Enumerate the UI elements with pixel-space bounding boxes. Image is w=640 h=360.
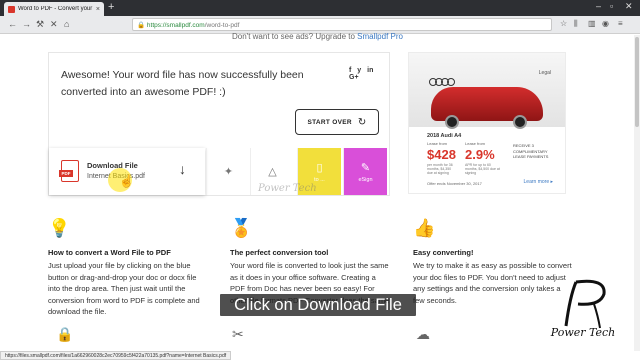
ad-apr-note: APR for up to 60 months, $4,500 due at s…: [465, 163, 500, 175]
google-plus-icon[interactable]: G+: [349, 74, 359, 81]
award-icon: 🏅: [230, 218, 253, 238]
feature-title: The perfect conversion tool: [230, 248, 329, 257]
car-wheel-icon: [445, 115, 459, 129]
thumbs-up-icon: 👍: [413, 218, 436, 238]
ad-lease-label: Lease from: [427, 141, 448, 146]
lightbulb-icon: 💡: [48, 218, 71, 238]
ad-price: $428: [427, 147, 456, 162]
forward-icon[interactable]: →: [22, 19, 31, 29]
audi-logo-icon: [429, 73, 461, 86]
dropbox-button[interactable]: ✦: [206, 148, 250, 195]
smallpdf-favicon-icon: [8, 5, 15, 13]
tools-icon[interactable]: ⚒: [36, 19, 44, 30]
lock-icon: 🔒: [137, 22, 146, 29]
start-over-label: START OVER: [307, 118, 352, 126]
feature-how-to: 💡 How to convert a Word File to PDF Just…: [48, 218, 208, 318]
address-bar[interactable]: 🔒 https://smallpdf.com/word-to-pdf: [132, 18, 552, 31]
start-over-button[interactable]: START OVER ↻: [295, 109, 379, 135]
pdf-tag: PDF: [59, 170, 73, 177]
scrollbar[interactable]: [634, 35, 640, 351]
success-message: Awesome! Your word file has now successf…: [61, 69, 304, 98]
convert-to-word-label: to ...: [314, 176, 325, 183]
extension-icon[interactable]: ◉: [602, 19, 609, 28]
hand-cursor-icon: ☝: [119, 174, 134, 188]
browser-tab-bar: Word to PDF - Convert your Do × + – ▫ ✕: [0, 0, 640, 16]
word-icon: ▯: [316, 161, 323, 174]
bookmark-icon[interactable]: ☆: [560, 19, 567, 28]
new-tab-button[interactable]: +: [108, 1, 114, 13]
feature-title: Easy converting!: [413, 248, 474, 257]
ad-offer-end: Offer ends November 30, 2017: [427, 181, 482, 186]
home-icon[interactable]: ⌂: [64, 19, 69, 29]
refresh-icon: ↻: [357, 116, 367, 128]
facebook-icon[interactable]: f: [349, 67, 351, 74]
maximize-icon[interactable]: ▫: [610, 1, 613, 11]
pdf-file-icon: PDF: [59, 160, 79, 182]
car-wheel-icon: [513, 115, 527, 129]
ad-legal-link[interactable]: Legal: [539, 70, 551, 76]
tools-feature-icon: ✂: [232, 326, 244, 342]
feature-title: How to convert a Word File to PDF: [48, 248, 171, 257]
menu-icon[interactable]: ≡: [618, 19, 623, 28]
conversion-result-card: Awesome! Your word file has now successf…: [48, 52, 390, 196]
ad-learn-more[interactable]: Learn more ▸: [524, 179, 553, 185]
download-title: Download File: [87, 161, 138, 170]
power-tech-logo-icon: [564, 279, 606, 329]
lock-feature-icon: 🔒: [56, 326, 74, 342]
tab-close-icon[interactable]: ×: [96, 6, 100, 13]
ad-price-note: per month for 36 months, $4,350 due at s…: [427, 163, 453, 175]
esign-label: eSign: [358, 176, 373, 183]
ad-model: 2018 Audi A4: [427, 133, 462, 139]
scrollbar-thumb[interactable]: [635, 37, 639, 127]
feature-perfect-tool: 🏅 The perfect conversion tool Your word …: [230, 218, 390, 306]
upgrade-text: Don't want to see ads? Upgrade to: [232, 32, 355, 41]
sidebar-icon[interactable]: ▥: [588, 19, 596, 28]
download-arrow-icon: ↓: [179, 161, 186, 177]
minimize-icon[interactable]: –: [596, 1, 601, 11]
browser-tab[interactable]: Word to PDF - Convert your Do ×: [4, 2, 104, 16]
esign-button[interactable]: ✎ eSign: [343, 148, 387, 195]
cloud-feature-icon: ☁: [416, 326, 430, 342]
upgrade-banner: Don't want to see ads? Upgrade to Smallp…: [232, 32, 403, 41]
stop-icon[interactable]: ✕: [50, 19, 58, 30]
ad-apr: 2.9%: [465, 147, 495, 162]
url-path: /word-to-pdf: [204, 22, 240, 29]
linkedin-icon[interactable]: in: [367, 67, 373, 74]
back-icon[interactable]: ←: [8, 19, 17, 29]
dropbox-icon: ✦: [223, 166, 234, 178]
tutorial-caption: Click on Download File: [220, 294, 416, 316]
ad-receive: RECEIVE 3 COMPLIMENTARY LEASE PAYMENTS: [513, 143, 549, 159]
twitter-icon[interactable]: y: [357, 67, 361, 74]
url-domain: https://smallpdf.com: [146, 22, 205, 29]
esign-icon: ✎: [360, 161, 371, 174]
social-share: f y in G+: [349, 67, 389, 81]
audi-advertisement[interactable]: Legal 2018 Audi A4 Lease from $428 per m…: [408, 52, 566, 194]
close-window-icon[interactable]: ✕: [625, 1, 633, 12]
logo-text: Power Tech: [550, 326, 616, 339]
upgrade-link[interactable]: Smallpdf Pro: [357, 32, 403, 41]
power-tech-watermark: Power Tech: [258, 183, 317, 194]
power-tech-logo: Power Tech: [536, 276, 630, 352]
feature-text: Just upload your file by clicking on the…: [48, 261, 200, 316]
tab-title: Word to PDF - Convert your Do: [18, 6, 94, 12]
status-bar-url: https://files.smallpdf.com/files/1a66296…: [0, 351, 232, 360]
library-icon[interactable]: ⫼: [574, 19, 578, 29]
ad-apr-label: Lease from: [465, 141, 486, 146]
google-drive-icon: △: [268, 166, 277, 178]
